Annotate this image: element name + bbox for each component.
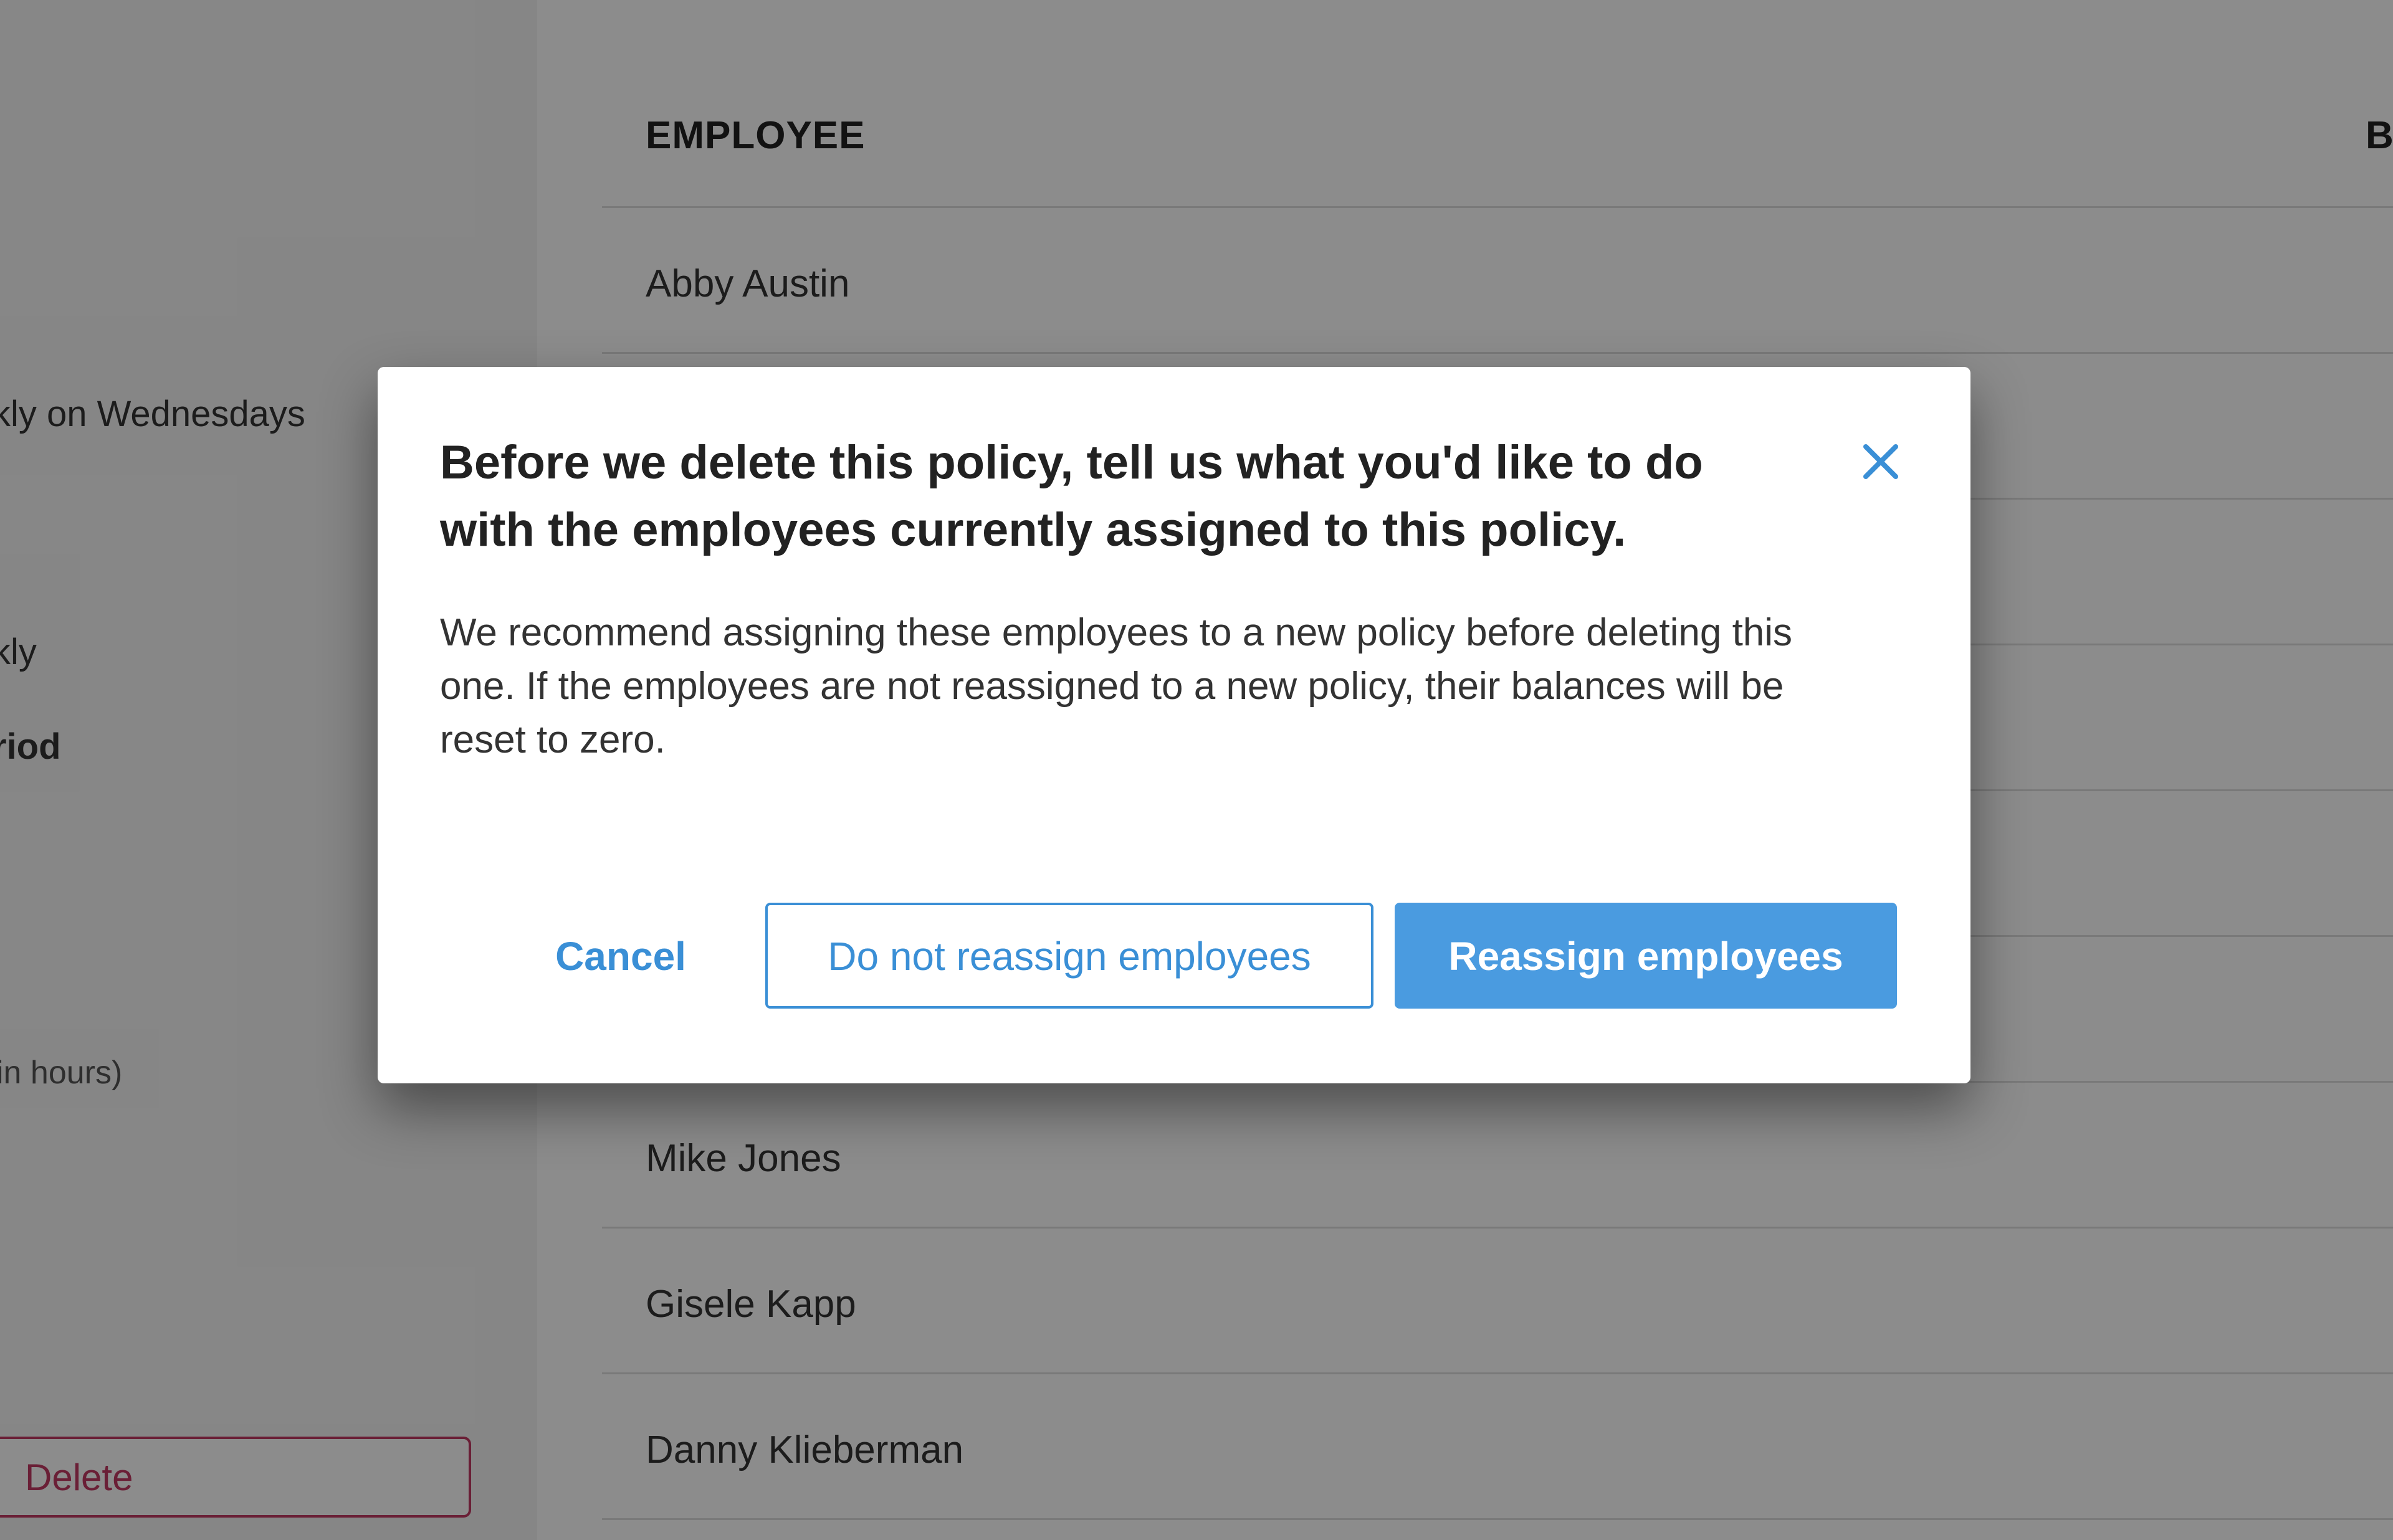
delete-policy-dialog: Before we delete this policy, tell us wh…: [378, 367, 1970, 1083]
close-icon-glyph: [1863, 444, 1898, 479]
dialog-message: We recommend assigning these employees t…: [440, 611, 1793, 761]
cancel-button[interactable]: Cancel: [527, 903, 714, 1009]
do-not-reassign-button[interactable]: Do not reassign employees: [765, 903, 1373, 1009]
dialog-title: Before we delete this policy, tell us wh…: [440, 436, 1703, 556]
close-icon[interactable]: [1856, 437, 1906, 487]
reassign-employees-button[interactable]: Reassign employees: [1395, 903, 1897, 1009]
